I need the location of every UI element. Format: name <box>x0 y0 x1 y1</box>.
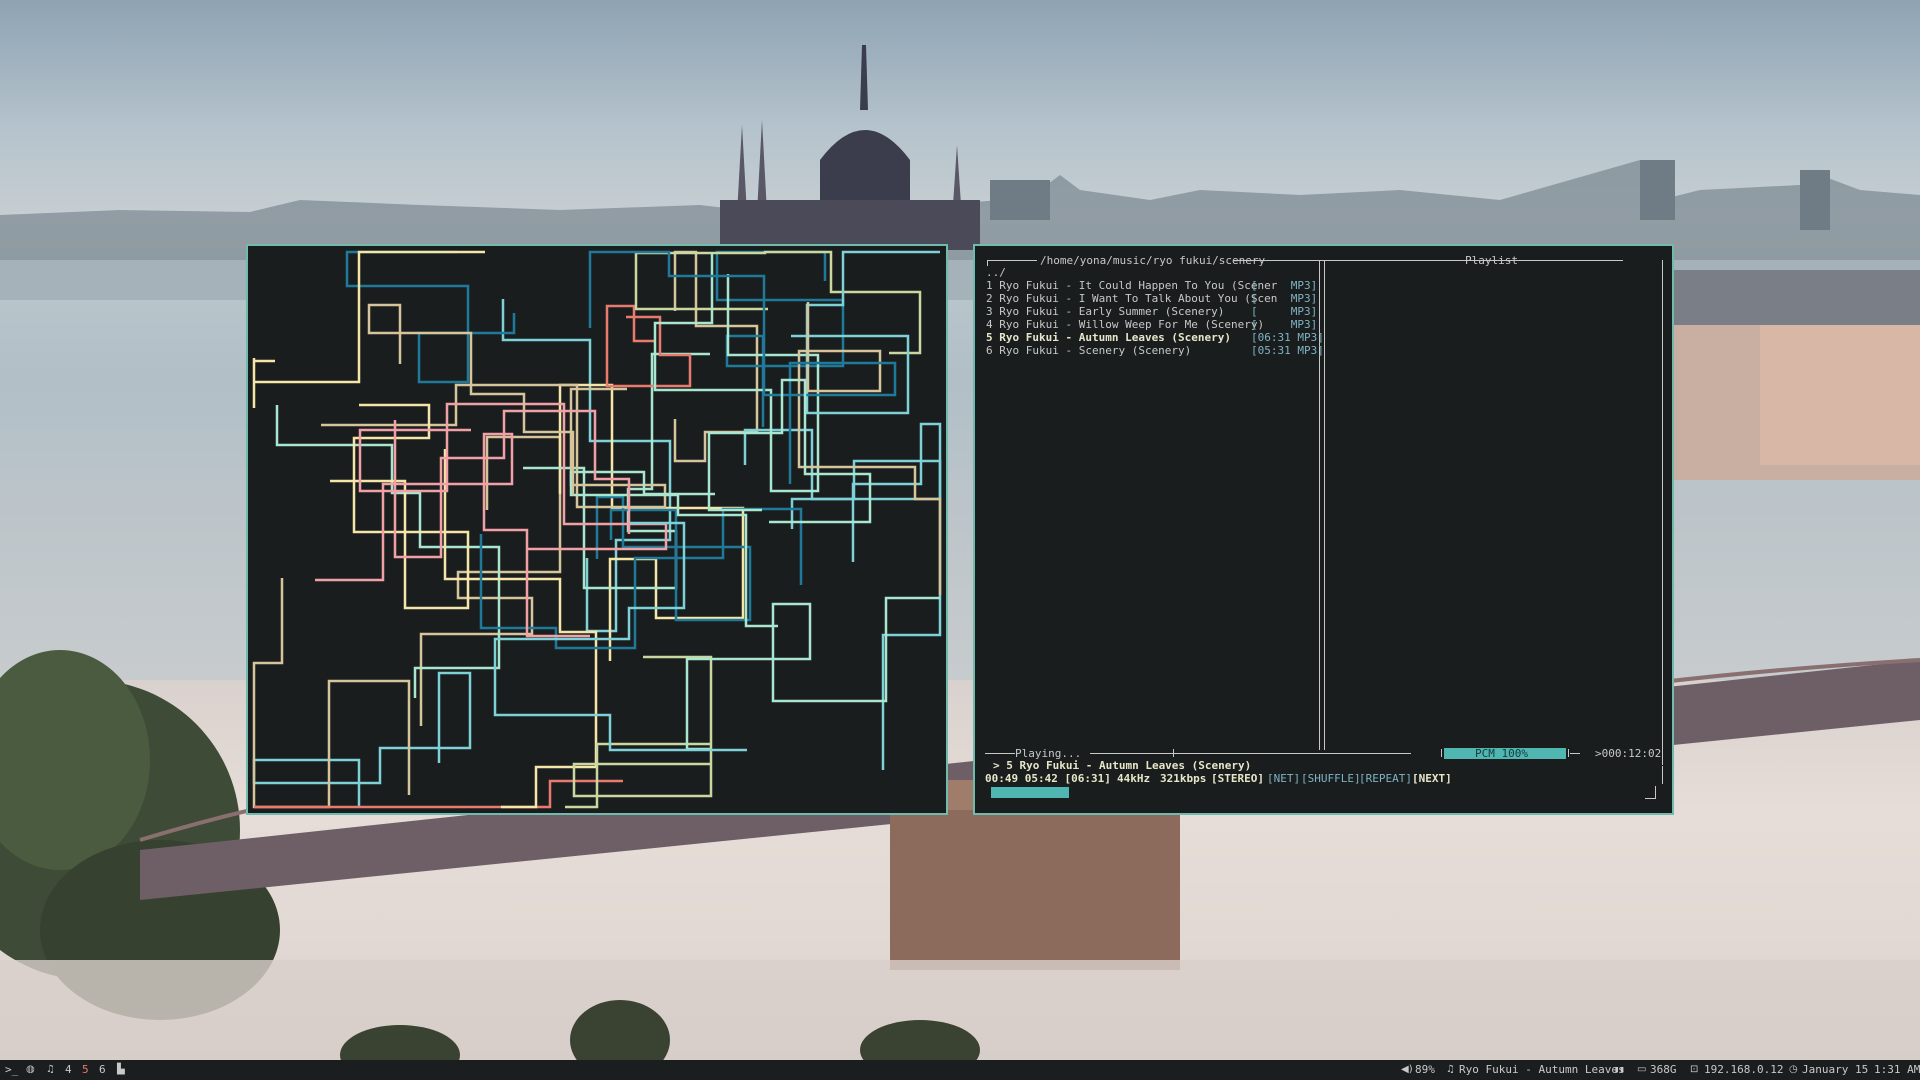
music-note-icon: ♫ <box>1446 1064 1455 1075</box>
playlist-title: Playlist <box>1465 254 1518 267</box>
status-next[interactable]: [NEXT] <box>1412 772 1452 785</box>
track-row-info: [06:31 MP3] <box>1251 331 1324 344</box>
frame-divider-2 <box>1324 260 1325 750</box>
stats-icon[interactable]: ▙ <box>117 1064 125 1076</box>
pipe-segment <box>252 578 411 809</box>
pipe-segment <box>715 250 845 427</box>
now-playing: > 5 Ryo Fukui - Autumn Leaves (Scenery) <box>993 759 1252 772</box>
disk-icon: ▭ <box>1637 1064 1647 1075</box>
pipe-segment <box>565 655 713 809</box>
track-row-name[interactable]: 1 Ryo Fukui - It Could Happen To You (Sc… <box>986 279 1277 292</box>
track-row-info: [ MP3] <box>1251 305 1318 318</box>
pipes-terminal-window[interactable] <box>246 244 948 815</box>
track-row-name[interactable]: 4 Ryo Fukui - Willow Weep For Me (Scener… <box>986 318 1264 331</box>
pipe-segment <box>743 422 942 562</box>
track-row-info: [ MP3] <box>1251 318 1318 331</box>
parent-directory[interactable]: ../ <box>986 266 1006 279</box>
track-row-info: [ MP3] <box>1251 279 1318 292</box>
current-song[interactable]: Ryo Fukui - Autumn Leaves <box>1459 1064 1625 1076</box>
track-row-info: [05:31 MP3] <box>1251 344 1324 357</box>
pipe-segment <box>252 671 472 807</box>
pause-icon[interactable]: ▮▮ <box>1614 1064 1625 1076</box>
network-icon: ⊡ <box>1690 1064 1699 1075</box>
clock-icon: ◷ <box>1789 1064 1798 1075</box>
frame-bottom-mid-2 <box>1175 753 1411 754</box>
pipe-segment <box>790 459 942 770</box>
pipe-segment <box>634 250 922 355</box>
frame-corner-bottom <box>1655 786 1656 798</box>
track-row-info: [ MP3] <box>1251 292 1318 305</box>
status-repeat[interactable]: [REPEAT] <box>1359 772 1412 785</box>
pipe-segment <box>367 303 575 495</box>
pipe-segment <box>315 432 590 638</box>
frame-right-lower <box>1662 766 1663 784</box>
playback-progress-bar[interactable] <box>991 787 1069 798</box>
status-shuffle[interactable]: [SHUFFLE] <box>1301 772 1361 785</box>
status-net[interactable]: [NET] <box>1267 772 1300 785</box>
status-rate: 44kHz <box>1117 772 1151 785</box>
track-row-name[interactable]: 5 Ryo Fukui - Autumn Leaves (Scenery) <box>986 331 1231 344</box>
directory-path: /home/yona/music/ryo fukui/scenery <box>1040 254 1266 267</box>
time: 1:31 AM <box>1874 1063 1920 1076</box>
pcm-label: PCM 100% <box>1475 747 1528 760</box>
pipe-segment <box>653 252 820 493</box>
frame-right <box>1662 260 1663 765</box>
pipe-segment <box>345 250 516 384</box>
pcm-tick-right <box>1568 749 1569 757</box>
terminal-launcher[interactable]: >_ <box>5 1064 18 1076</box>
workspace-6[interactable]: 6 <box>99 1064 106 1076</box>
track-row-name[interactable]: 2 Ryo Fukui - I Want To Talk About You (… <box>986 292 1277 305</box>
total-time: >000:12:02 <box>1595 747 1662 760</box>
firefox-icon[interactable]: ◍ <box>26 1064 35 1076</box>
track-row-name[interactable]: 6 Ryo Fukui - Scenery (Scenery) <box>986 344 1191 357</box>
volume-value: 89% <box>1415 1063 1435 1076</box>
disk-free: 368G <box>1650 1063 1677 1076</box>
pcm-tick-left <box>1441 749 1442 757</box>
status-bitrate: 321kbps <box>1160 772 1207 785</box>
frame-bottom-left <box>985 753 1015 754</box>
pipes-animation <box>252 250 942 809</box>
workspace-5[interactable]: 5 <box>82 1064 89 1076</box>
frame-bottom-tick <box>1173 749 1174 757</box>
volume-icon[interactable]: ◀) <box>1401 1064 1413 1076</box>
pipe-segment <box>254 779 623 809</box>
workspace-4[interactable]: 4 <box>65 1064 72 1076</box>
track-row-name[interactable]: 3 Ryo Fukui - Early Summer (Scenery) <box>986 305 1224 318</box>
frame-corner-bottom-h <box>1645 798 1656 799</box>
date: January 15 <box>1802 1063 1869 1076</box>
cmus-terminal-window[interactable]: /home/yona/music/ryo fukui/scenery Playl… <box>973 244 1674 815</box>
pipe-segment <box>605 304 692 388</box>
frame-top-left <box>987 260 1037 261</box>
pipe-segment <box>791 250 940 415</box>
pipe-segment <box>275 405 501 698</box>
status-bar: >_ ◍ ♫ 4 5 6 ▙ ◀) 89% ♫ Ryo Fukui - Autu… <box>0 1060 1920 1080</box>
status-stereo: [STEREO] <box>1211 772 1264 785</box>
frame-top-right <box>1233 260 1623 261</box>
music-icon[interactable]: ♫ <box>46 1064 55 1076</box>
status-time: 00:49 05:42 [06:31] <box>985 772 1111 785</box>
frame-bottom-right <box>1570 753 1580 754</box>
ip-address: 192.168.0.12 <box>1704 1063 1784 1076</box>
